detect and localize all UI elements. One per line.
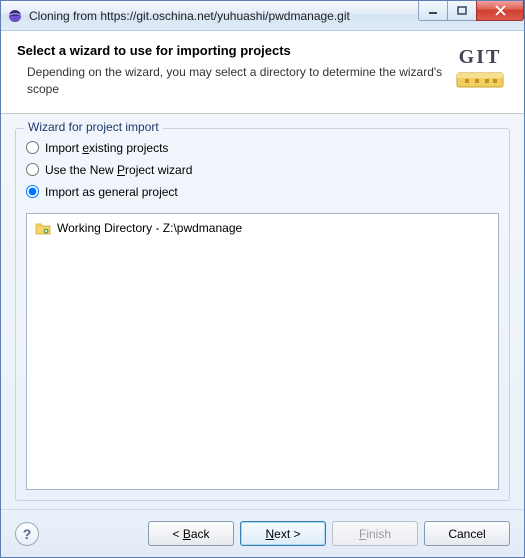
help-button[interactable]: ?	[15, 522, 39, 546]
radio-import-existing[interactable]: Import existing projects	[26, 141, 499, 155]
radio-import-general[interactable]: Import as general project	[26, 185, 499, 199]
wizard-header: Select a wizard to use for importing pro…	[1, 31, 524, 114]
radio-new-project-input[interactable]	[26, 163, 39, 176]
folder-icon	[35, 220, 51, 236]
radio-label: Use the New Project wizard	[45, 163, 192, 177]
list-item[interactable]: Working Directory - Z:\pwdmanage	[29, 218, 496, 238]
svg-text:GIT: GIT	[459, 46, 502, 68]
radio-label: Import as general project	[45, 185, 178, 199]
radio-new-project-wizard[interactable]: Use the New Project wizard	[26, 163, 499, 177]
maximize-button[interactable]	[447, 1, 477, 21]
close-button[interactable]	[476, 1, 524, 21]
list-item-label: Working Directory - Z:\pwdmanage	[57, 221, 242, 235]
help-icon: ?	[23, 526, 32, 542]
titlebar[interactable]: Cloning from https://git.oschina.net/yuh…	[1, 1, 524, 31]
git-logo-icon: GIT	[450, 43, 510, 97]
minimize-button[interactable]	[418, 1, 448, 21]
titlebar-text: Cloning from https://git.oschina.net/yuh…	[29, 9, 419, 23]
import-wizard-group: Wizard for project import Import existin…	[15, 128, 510, 501]
button-bar: ? < Back Next > Finish Cancel	[1, 509, 524, 557]
next-button[interactable]: Next >	[240, 521, 326, 546]
group-legend: Wizard for project import	[24, 120, 163, 134]
window-controls	[419, 1, 524, 21]
dialog-window: Cloning from https://git.oschina.net/yuh…	[0, 0, 525, 558]
eclipse-icon	[7, 8, 23, 24]
cancel-button[interactable]: Cancel	[424, 521, 510, 546]
directory-list[interactable]: Working Directory - Z:\pwdmanage	[26, 213, 499, 490]
radio-import-general-input[interactable]	[26, 185, 39, 198]
page-title: Select a wizard to use for importing pro…	[17, 43, 450, 58]
wizard-content: Wizard for project import Import existin…	[1, 114, 524, 509]
back-button[interactable]: < Back	[148, 521, 234, 546]
finish-button: Finish	[332, 521, 418, 546]
radio-label: Import existing projects	[45, 141, 168, 155]
page-description: Depending on the wizard, you may select …	[17, 64, 450, 99]
radio-import-existing-input[interactable]	[26, 141, 39, 154]
